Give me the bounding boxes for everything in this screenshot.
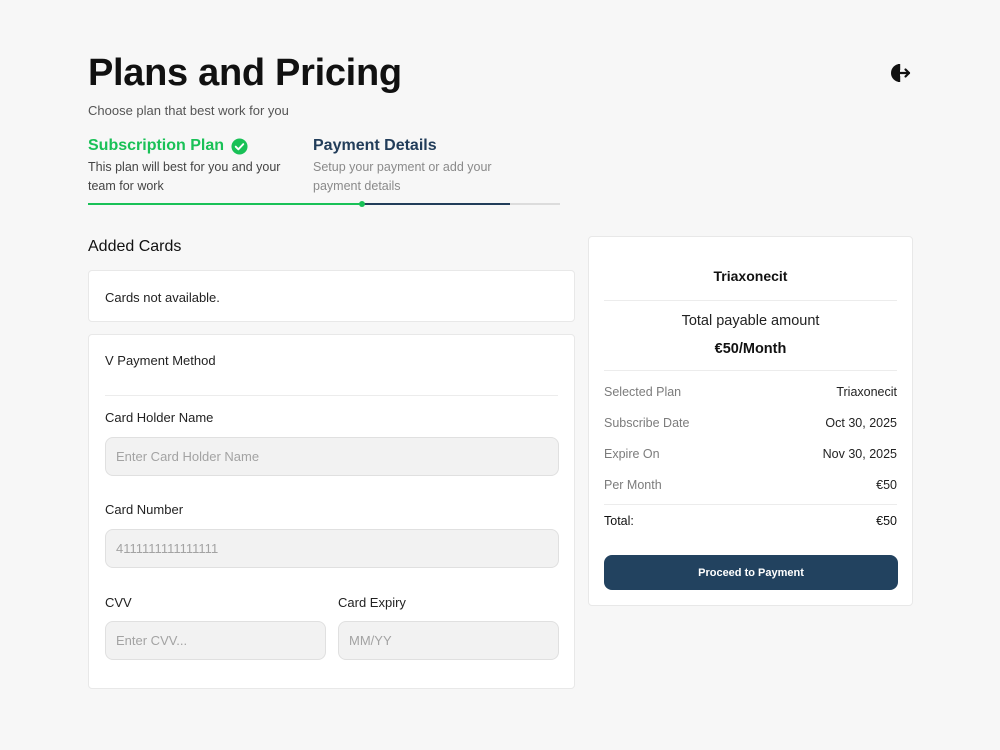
- card-holder-input[interactable]: [105, 437, 559, 476]
- summary-row-value: €50: [876, 478, 897, 492]
- divider: [604, 504, 897, 505]
- divider: [604, 300, 897, 301]
- logout-icon: [890, 64, 911, 82]
- step-subscription-plan[interactable]: Subscription Plan This plan will best fo…: [88, 137, 300, 196]
- summary-row-label: Subscribe Date: [604, 416, 690, 430]
- card-number-input[interactable]: [105, 529, 559, 568]
- logout-button[interactable]: [888, 61, 912, 85]
- form-heading: V Payment Method: [105, 353, 216, 368]
- added-cards-title: Added Cards: [88, 238, 182, 255]
- step-payment-details[interactable]: Payment Details Setup your payment or ad…: [313, 137, 525, 196]
- step-title: Payment Details: [313, 137, 437, 154]
- cvv-label: CVV: [105, 595, 132, 610]
- progress-track: [88, 201, 560, 207]
- summary-total-label: Total:: [604, 514, 634, 528]
- summary-row-label: Per Month: [604, 478, 662, 492]
- summary-row: Expire On Nov 30, 2025: [604, 447, 897, 461]
- total-payable-label: Total payable amount: [681, 313, 820, 329]
- card-number-label: Card Number: [105, 502, 184, 517]
- card-expiry-label: Card Expiry: [338, 595, 406, 610]
- page-subtitle: Choose plan that best work for you: [88, 103, 289, 118]
- summary-row: Subscribe Date Oct 30, 2025: [604, 416, 897, 430]
- payment-method-form: V Payment Method Card Holder Name Card N…: [88, 334, 575, 689]
- progress-completed: [88, 203, 362, 205]
- summary-row-value: Oct 30, 2025: [825, 416, 897, 430]
- summary-total-value: €50: [876, 514, 897, 528]
- proceed-to-payment-button[interactable]: Proceed to Payment: [604, 555, 898, 590]
- step-description: Setup your payment or add your payment d…: [313, 160, 492, 193]
- added-cards-panel: Cards not available.: [88, 270, 575, 322]
- divider: [105, 395, 558, 396]
- step-title: Subscription Plan: [88, 137, 225, 154]
- summary-row-label: Expire On: [604, 447, 660, 461]
- summary-row: Selected Plan Triaxonecit: [604, 385, 897, 399]
- stepper: Subscription Plan This plan will best fo…: [88, 137, 560, 207]
- total-payable-amount: €50/Month: [714, 341, 787, 357]
- order-summary: Triaxonecit Total payable amount €50/Mon…: [588, 236, 913, 606]
- card-holder-label: Card Holder Name: [105, 410, 214, 425]
- cvv-input[interactable]: [105, 621, 326, 660]
- empty-message: Cards not available.: [105, 290, 220, 305]
- summary-plan-name: Triaxonecit: [713, 268, 788, 284]
- summary-row: Per Month €50: [604, 478, 897, 492]
- summary-total-row: Total: €50: [604, 514, 897, 528]
- progress-active: [362, 203, 510, 205]
- card-expiry-input[interactable]: [338, 621, 559, 660]
- summary-row-label: Selected Plan: [604, 385, 682, 399]
- summary-row-value: Nov 30, 2025: [822, 447, 897, 461]
- progress-marker: [359, 201, 365, 207]
- check-circle-icon: [231, 137, 248, 155]
- summary-row-value: Triaxonecit: [836, 385, 897, 399]
- page-title: Plans and Pricing: [88, 52, 402, 94]
- divider: [604, 370, 897, 371]
- step-description: This plan will best for you and your tea…: [88, 160, 281, 193]
